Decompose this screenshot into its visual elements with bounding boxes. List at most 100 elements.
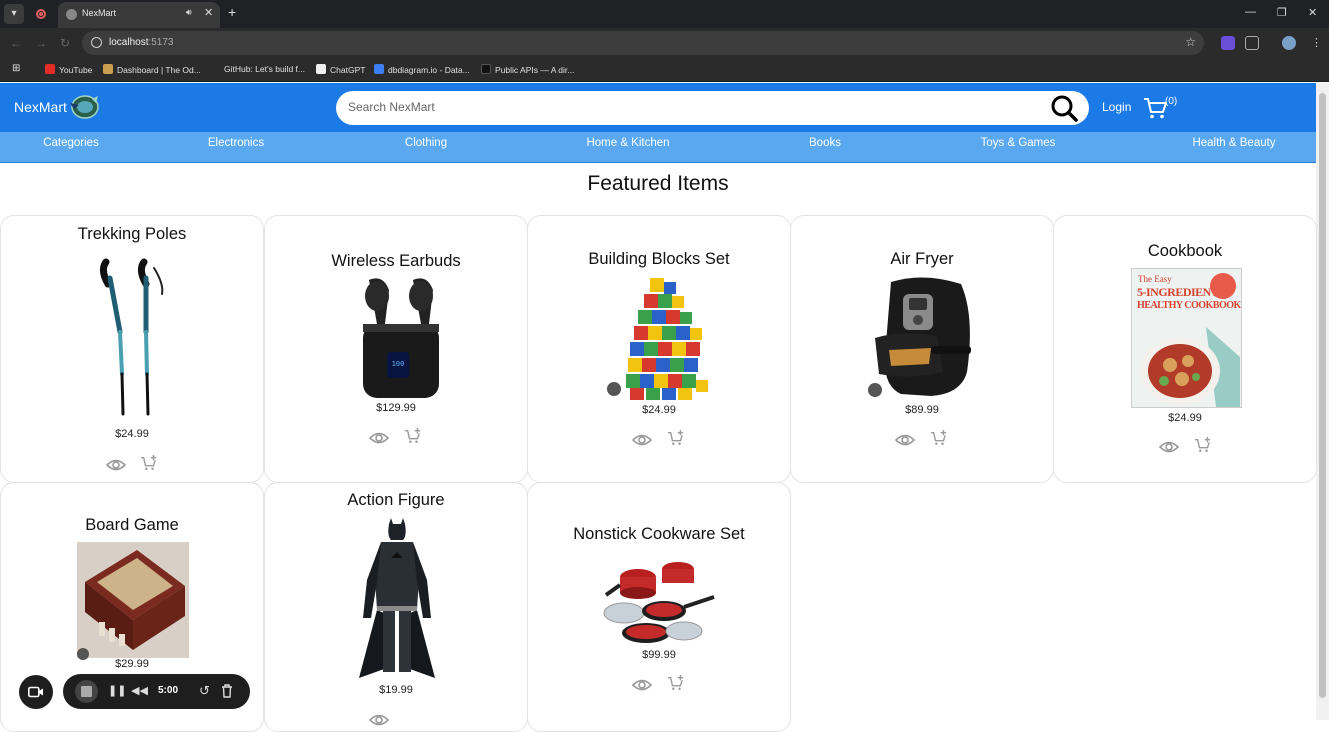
product-image[interactable] [871,276,977,400]
new-tab-button[interactable]: + [228,4,236,20]
video-camera-icon [28,686,43,698]
profile-avatar[interactable] [1282,36,1296,50]
product-title[interactable]: Cookbook [1054,242,1316,261]
product-image[interactable]: The Easy 5-INGREDIENT HEALTHY COOKBOOK [1131,268,1242,408]
site-header: NexMart Login (0) [0,83,1316,132]
back-button[interactable]: ← [10,36,22,50]
window-close-button[interactable]: ✕ [1308,6,1317,19]
search-bar [336,91,1089,125]
product-image[interactable] [77,542,189,658]
product-price: $24.99 [642,404,676,416]
camera-toggle-button[interactable] [19,675,53,709]
view-eye-icon[interactable] [106,457,126,473]
tab-search-icon[interactable]: ▾ [4,4,24,24]
nav-books[interactable]: Books [809,137,841,149]
login-link[interactable]: Login [1102,100,1131,114]
bookmark-star-icon[interactable]: ☆ [1185,35,1196,49]
tab-close-icon[interactable]: ✕ [204,6,213,19]
bookmark-public-apis[interactable]: Public APIs — A dir... [481,64,574,75]
scroll-thumb[interactable] [1319,93,1326,698]
product-title[interactable]: Air Fryer [791,250,1053,269]
stop-recording-button[interactable] [75,680,98,703]
page-scrollbar[interactable] [1316,83,1329,720]
cart-icon[interactable] [1143,96,1167,120]
product-image[interactable] [359,518,435,680]
product-title[interactable]: Board Game [1,516,263,535]
minimize-button[interactable]: — [1245,6,1256,18]
restore-button[interactable]: ❐ [1277,6,1287,19]
apps-grid-icon[interactable]: ⊞ [12,63,20,74]
product-card[interactable]: Trekking Poles $24.99 [0,215,264,483]
recording-indicator-icon [36,9,46,19]
pause-icon[interactable]: ❚❚ [108,684,126,697]
bookmark-dashboard[interactable]: Dashboard | The Od... [103,64,201,75]
extensions-puzzle-icon[interactable] [1245,36,1259,50]
add-to-cart-icon[interactable] [1193,437,1213,453]
public-apis-icon [481,64,491,74]
bookmark-chatgpt[interactable]: ChatGPT [316,64,365,75]
product-image[interactable] [602,555,716,647]
bookmark-youtube[interactable]: YouTube [45,64,92,75]
search-input[interactable] [348,100,1028,114]
product-card[interactable]: Building Blocks Set $24.99 [527,215,791,483]
browser-menu-icon[interactable]: ⋮ [1311,36,1322,49]
nav-electronics[interactable]: Electronics [208,137,264,149]
product-card[interactable]: Air Fryer $89.99 [790,215,1054,483]
add-to-cart-icon[interactable] [666,430,686,446]
extension-icon[interactable] [1221,36,1235,50]
forward-button[interactable]: → [35,36,47,50]
brand-logo-icon[interactable] [68,93,100,121]
url-text: localhost:5173 [109,37,174,48]
product-title[interactable]: Wireless Earbuds [265,252,527,271]
bookmarks-bar: ⊞ YouTube Dashboard | The Od... GitHub: … [0,58,1329,82]
site-info-icon[interactable] [91,37,102,48]
product-card[interactable]: Cookbook The Easy 5-INGREDIENT HEALTHY C… [1053,215,1317,483]
product-card[interactable]: Action Figure $19.99 [264,482,528,732]
lens-overlay-icon[interactable] [868,383,882,397]
product-image[interactable] [616,276,714,404]
nav-home-kitchen[interactable]: Home & Kitchen [586,137,669,149]
lens-overlay-icon[interactable] [607,382,621,396]
brand-name[interactable]: NexMart [14,99,67,115]
product-image[interactable] [96,254,172,420]
search-icon[interactable] [1050,94,1078,122]
view-eye-icon[interactable] [632,432,652,448]
cover-dish-illustration [1140,327,1240,407]
reload-button[interactable]: ↻ [60,36,70,50]
product-image[interactable]: 100 [355,276,447,402]
add-to-cart-icon[interactable] [666,675,686,691]
product-price: $24.99 [115,428,149,440]
add-to-cart-icon[interactable] [139,455,159,471]
nav-health-beauty[interactable]: Health & Beauty [1192,137,1275,149]
view-eye-icon[interactable] [369,430,389,446]
rewind-icon[interactable]: ◀◀ [131,684,148,697]
trash-icon[interactable] [221,684,233,698]
product-title[interactable]: Action Figure [265,491,527,510]
tab-audio-icon[interactable]: 🔊︎ [186,7,192,18]
product-title[interactable]: Trekking Poles [1,225,263,244]
address-bar[interactable]: localhost:5173 ☆ [82,31,1204,55]
restart-icon[interactable]: ↺ [199,683,210,699]
bookmark-dbdiagram[interactable]: dbdiagram.io - Data... [374,64,470,75]
product-price: $24.99 [1168,412,1202,424]
tab-title: NexMart [82,8,117,18]
product-title[interactable]: Nonstick Cookware Set [528,525,790,544]
view-eye-icon[interactable] [369,712,389,728]
browser-tab[interactable]: NexMart 🔊︎ ✕ [58,2,220,28]
youtube-icon [45,64,55,74]
tab-favicon-icon [66,9,77,20]
product-title[interactable]: Building Blocks Set [528,250,790,269]
nav-toys-games[interactable]: Toys & Games [981,137,1056,149]
nav-clothing[interactable]: Clothing [405,137,447,149]
nav-categories[interactable]: Categories [43,137,99,149]
product-card[interactable]: Wireless Earbuds 100 $129.99 [264,215,528,483]
bookmark-github[interactable]: GitHub: Let's build f... [224,64,305,74]
view-eye-icon[interactable] [632,677,652,693]
add-to-cart-icon[interactable] [403,428,423,444]
browser-tab-strip: ▾ NexMart 🔊︎ ✕ + — ❐ ✕ [0,0,1329,28]
add-to-cart-icon[interactable] [929,430,949,446]
odin-icon [103,64,113,74]
view-eye-icon[interactable] [895,432,915,448]
product-card[interactable]: Nonstick Cookware Set $99.99 [527,482,791,732]
view-eye-icon[interactable] [1159,439,1179,455]
